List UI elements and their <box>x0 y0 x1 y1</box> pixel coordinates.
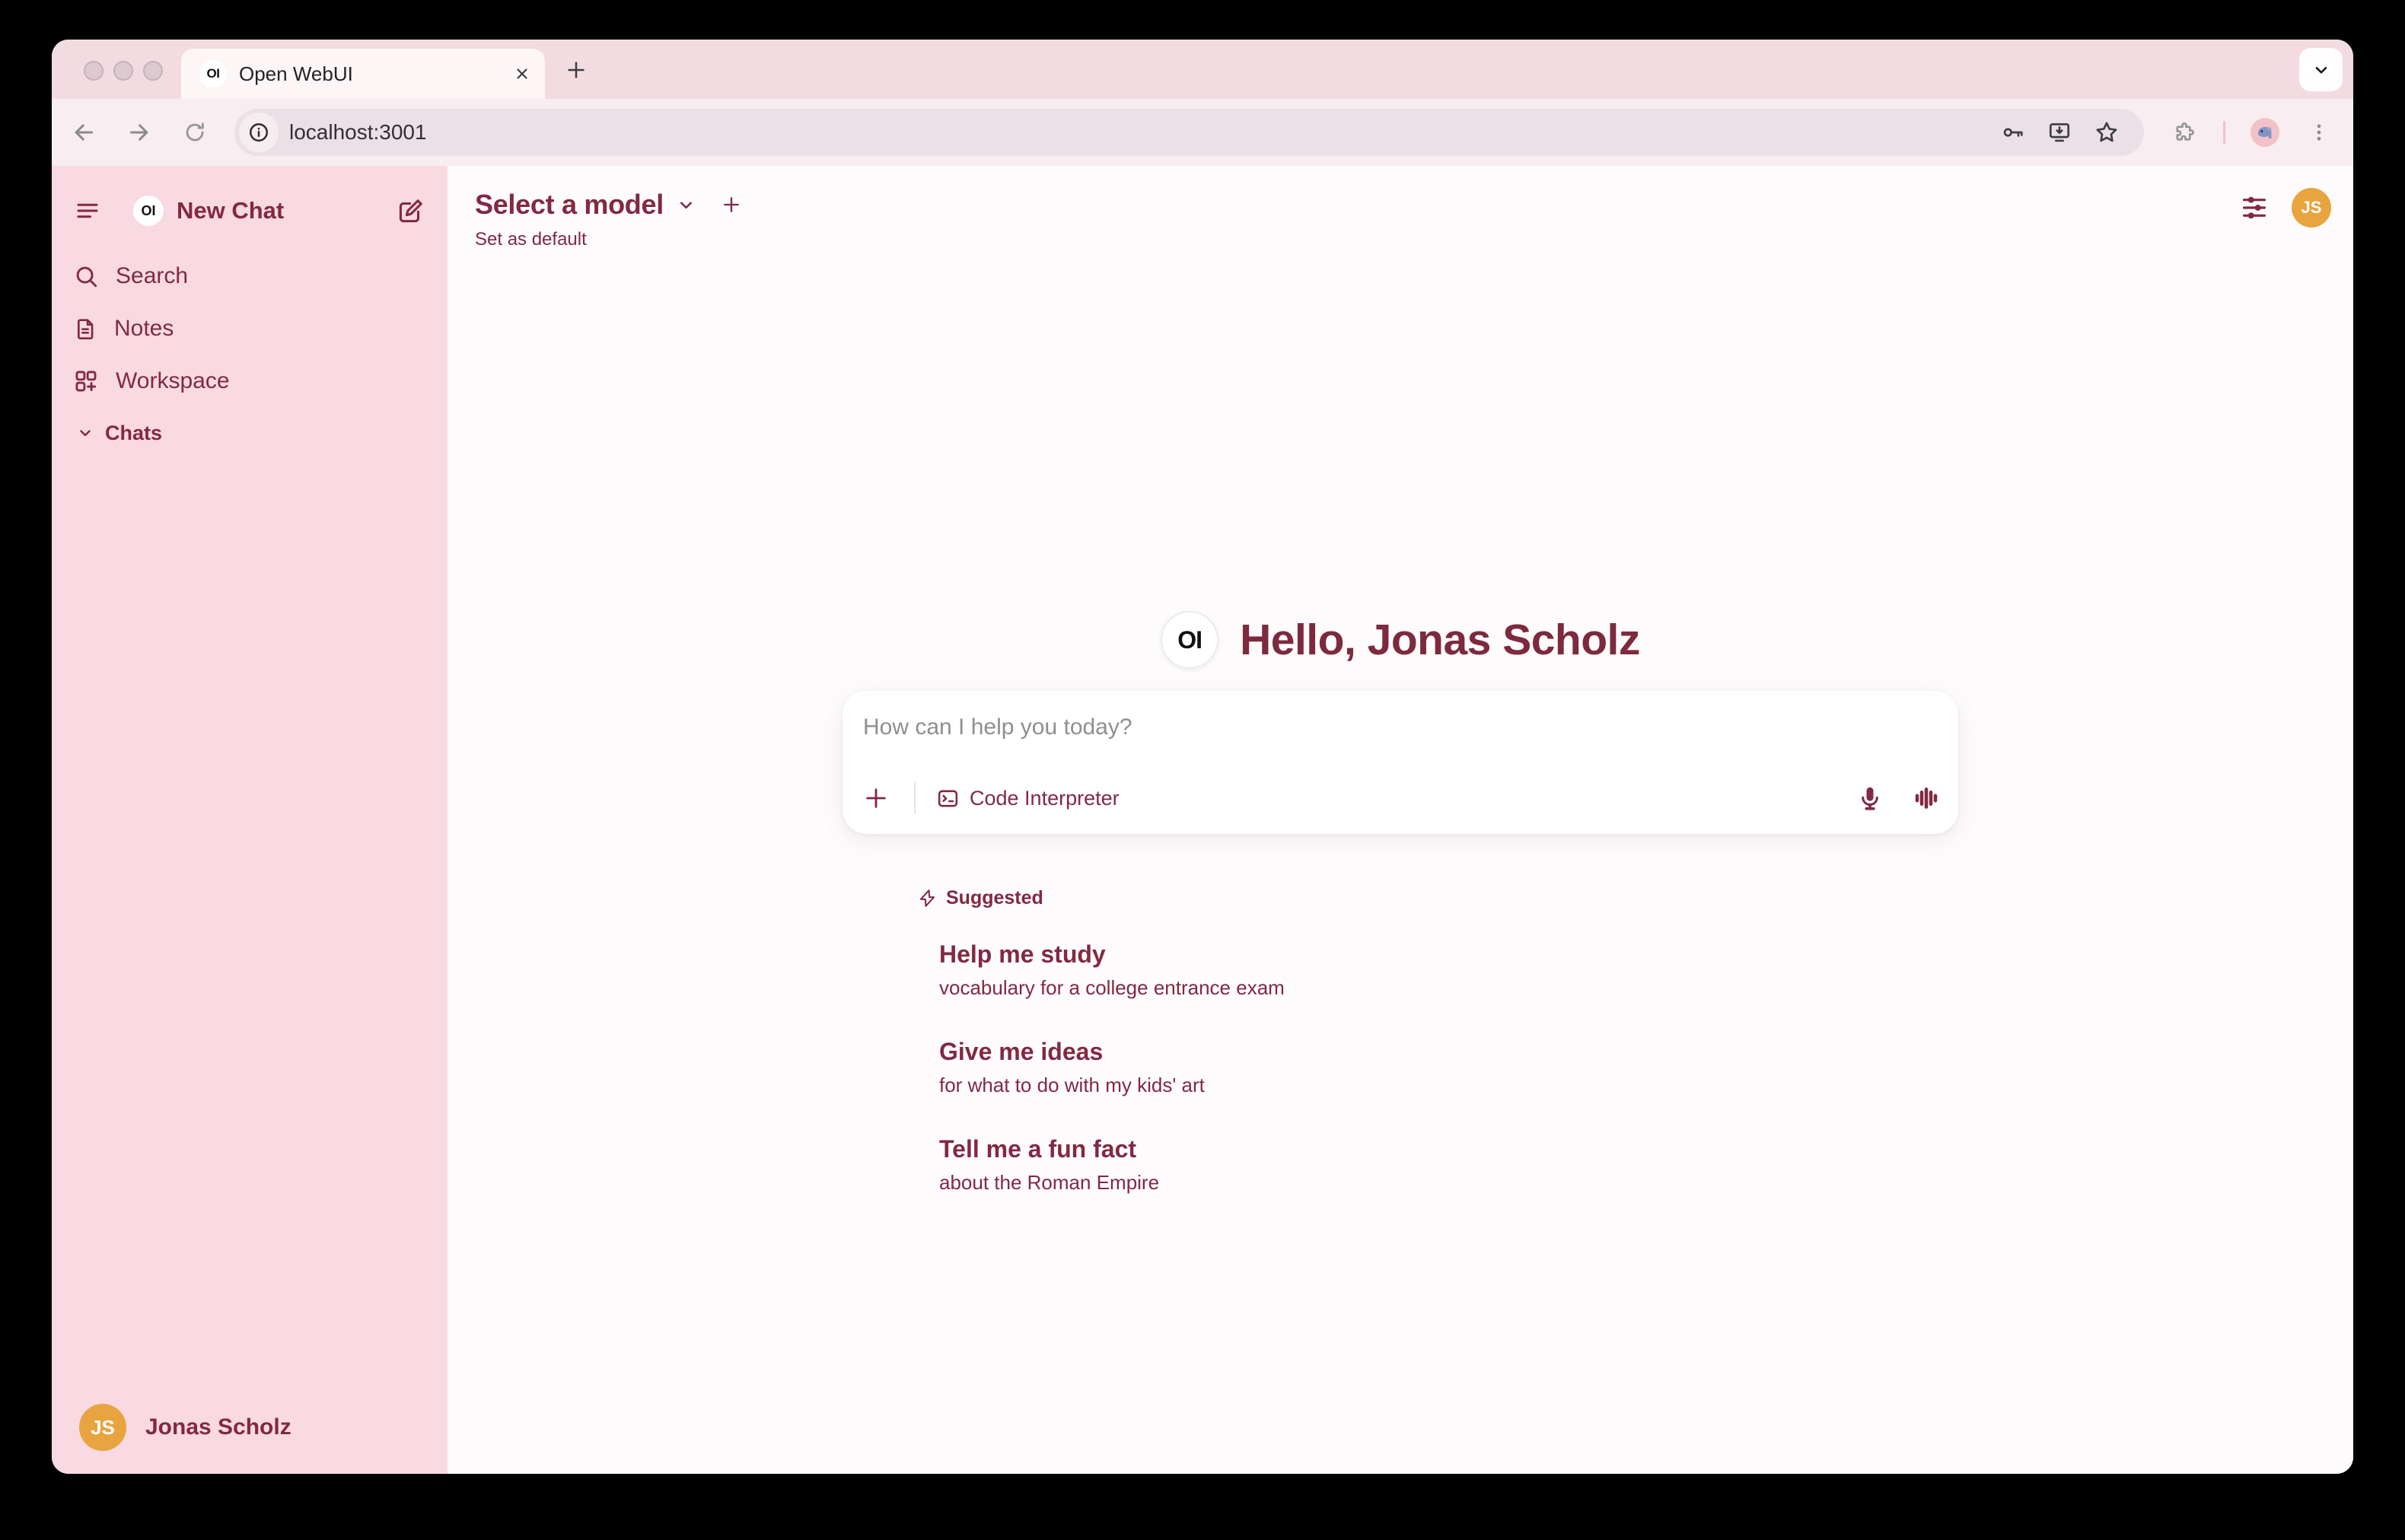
code-interpreter-label: Code Interpreter <box>970 787 1120 810</box>
suggested-prompt-subtitle: about the Roman Empire <box>939 1169 1285 1196</box>
set-default-link[interactable]: Set as default <box>475 229 742 250</box>
workspace-squares-plus-icon <box>73 368 99 394</box>
tab-title: Open WebUI <box>239 62 501 86</box>
model-selector-label: Select a model <box>475 189 664 221</box>
suggested-prompt[interactable]: Tell me a fun fact about the Roman Empir… <box>939 1134 1285 1196</box>
greeting-text: Hello, Jonas Scholz <box>1240 615 1640 665</box>
bolt-icon <box>917 888 938 908</box>
browser-menu-kebab-icon[interactable] <box>2308 122 2330 143</box>
new-chat-button[interactable]: New Chat <box>177 197 284 224</box>
browser-toolbar: localhost:3001 <box>52 99 2353 166</box>
message-composer: How can I help you today? Code Interpret… <box>843 691 1958 834</box>
forward-icon[interactable] <box>123 116 156 149</box>
sidebar-item-label: Workspace <box>116 368 230 394</box>
suggested-prompt[interactable]: Help me study vocabulary for a college e… <box>939 939 1285 1001</box>
sidebar-toggle-icon[interactable] <box>75 198 100 224</box>
url-text: localhost:3001 <box>289 120 427 145</box>
tab-close-icon[interactable] <box>513 65 531 83</box>
sidebar-item-label: Notes <box>114 316 174 342</box>
controls-sliders-icon[interactable] <box>2240 193 2269 222</box>
address-bar[interactable]: localhost:3001 <box>234 109 2144 156</box>
notes-document-icon <box>73 317 97 341</box>
code-interpreter-toggle[interactable]: Code Interpreter <box>936 787 1120 810</box>
voice-waveform-icon[interactable] <box>1913 784 1940 812</box>
sidebar-item-search[interactable]: Search <box>52 250 448 302</box>
search-icon <box>73 263 99 289</box>
sidebar-section-chats[interactable]: Chats <box>52 407 448 459</box>
toolbar-separator <box>2223 121 2225 144</box>
suggested-prompt-subtitle: for what to do with my kids' art <box>939 1071 1285 1099</box>
main-panel: Select a model Set as default JS OI <box>448 166 2353 1474</box>
browser-tab[interactable]: OI Open WebUI <box>181 49 545 99</box>
new-tab-button[interactable] <box>565 59 588 81</box>
model-selector[interactable]: Select a model <box>475 187 742 222</box>
window-controls <box>84 61 163 81</box>
sidebar-item-notes[interactable]: Notes <box>52 302 448 355</box>
zoom-window-button[interactable] <box>143 61 163 81</box>
bookmark-star-icon[interactable] <box>2094 119 2120 145</box>
terminal-icon <box>936 787 960 810</box>
extensions-puzzle-icon[interactable] <box>2172 120 2196 145</box>
sidebar-user-menu[interactable]: JS Jonas Scholz <box>79 1404 291 1451</box>
openwebui-logo-large: OI <box>1161 611 1218 669</box>
openwebui-logo: OI <box>133 196 164 226</box>
suggested-prompt-title: Help me study <box>939 939 1285 969</box>
browser-profile-avatar[interactable] <box>2251 118 2279 147</box>
header-user-avatar[interactable]: JS <box>2292 188 2331 228</box>
composer-divider <box>914 782 916 814</box>
sidebar: OI New Chat Search Notes <box>52 166 448 1474</box>
suggested-label: Suggested <box>946 887 1043 909</box>
attach-plus-icon[interactable] <box>862 784 890 812</box>
back-icon[interactable] <box>67 116 100 149</box>
chevron-down-icon <box>76 424 94 442</box>
reload-icon[interactable] <box>178 116 212 149</box>
user-avatar: JS <box>79 1404 126 1451</box>
chevron-down-icon <box>676 195 696 215</box>
suggested-prompt-subtitle: vocabulary for a college entrance exam <box>939 974 1285 1001</box>
new-chat-edit-icon[interactable] <box>397 197 425 225</box>
add-model-button[interactable] <box>721 194 742 215</box>
suggested-prompt[interactable]: Give me ideas for what to do with my kid… <box>939 1036 1285 1099</box>
sidebar-section-label: Chats <box>105 422 162 445</box>
user-name: Jonas Scholz <box>145 1414 291 1440</box>
sidebar-item-workspace[interactable]: Workspace <box>52 355 448 407</box>
suggested-prompt-title: Tell me a fun fact <box>939 1134 1285 1164</box>
openwebui-favicon: OI <box>199 60 227 88</box>
suggested-prompt-title: Give me ideas <box>939 1036 1285 1067</box>
close-window-button[interactable] <box>84 61 104 81</box>
tab-search-chevron-button[interactable] <box>2299 48 2343 91</box>
browser-window: OI Open WebUI <box>52 40 2353 1474</box>
message-input[interactable]: How can I help you today? <box>863 714 1938 740</box>
site-info-icon[interactable] <box>239 113 279 152</box>
microphone-icon[interactable] <box>1856 784 1884 812</box>
sidebar-item-label: Search <box>116 263 188 289</box>
suggested-section: Suggested Help me study vocabulary for a… <box>917 886 1285 1196</box>
install-app-icon[interactable] <box>2047 120 2072 145</box>
browser-titlebar: OI Open WebUI <box>52 40 2353 99</box>
minimize-window-button[interactable] <box>113 61 133 81</box>
password-key-icon[interactable] <box>2001 120 2025 145</box>
